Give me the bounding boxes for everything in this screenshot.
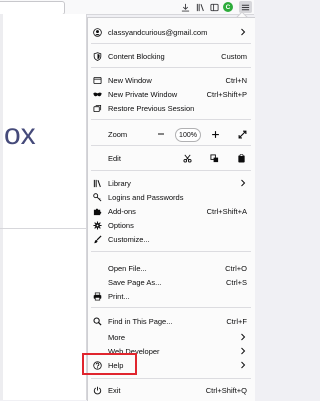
page-divider <box>0 228 86 229</box>
find-in-page-shortcut: Ctrl+F <box>226 316 247 326</box>
open-file-item[interactable]: Open File... Ctrl+O <box>88 261 254 275</box>
restore-session-icon <box>93 104 102 113</box>
divider <box>91 43 251 44</box>
printer-icon <box>93 292 102 301</box>
key-icon <box>93 193 102 202</box>
content-blocking-label: Content Blocking <box>108 51 165 61</box>
save-page-shortcut: Ctrl+S <box>225 277 247 287</box>
more-item[interactable]: More <box>88 330 254 344</box>
library-icon <box>93 179 102 188</box>
fullscreen-button[interactable] <box>237 128 247 140</box>
scissors-icon <box>182 154 192 163</box>
chevron-right-icon <box>241 361 246 369</box>
shield-icon <box>93 52 102 61</box>
print-item[interactable]: Print... <box>88 289 254 303</box>
help-highlight-box <box>82 353 137 375</box>
account-email: classyandcurious@gmail.com <box>108 27 208 37</box>
content-blocking-item[interactable]: Content Blocking Custom <box>88 49 254 63</box>
new-window-item[interactable]: New Window Ctrl+N <box>88 73 254 87</box>
edit-row: Edit <box>88 151 254 165</box>
download-icon[interactable] <box>179 1 191 13</box>
paste-button[interactable] <box>236 152 246 164</box>
gear-icon <box>93 221 102 230</box>
cut-button[interactable] <box>182 152 192 164</box>
options-label: Options <box>108 220 134 230</box>
divider <box>91 251 251 252</box>
more-label: More <box>108 332 126 342</box>
find-in-page-item[interactable]: Find in This Page... Ctrl+F <box>88 314 254 328</box>
restore-session-label: Restore Previous Session <box>108 103 195 113</box>
puzzle-icon <box>93 207 102 216</box>
page-heading-fragment: ox <box>4 118 36 151</box>
library-icon[interactable] <box>194 1 206 13</box>
zoom-reset-button[interactable]: 100% <box>175 128 201 142</box>
new-window-shortcut: Ctrl+N <box>225 75 247 85</box>
new-window-icon <box>93 76 102 85</box>
customize-item[interactable]: Customize... <box>88 232 254 246</box>
exit-item[interactable]: Exit Ctrl+Shift+Q <box>88 383 254 397</box>
account-item[interactable]: classyandcurious@gmail.com <box>88 25 254 39</box>
minus-icon <box>158 133 164 135</box>
chevron-right-icon <box>241 28 246 36</box>
print-label: Print... <box>108 291 130 301</box>
chevron-right-icon <box>241 333 246 341</box>
page-left-strip <box>0 14 3 400</box>
power-icon <box>93 386 102 395</box>
library-item[interactable]: Library <box>88 176 254 190</box>
new-private-window-label: New Private Window <box>108 89 178 99</box>
divider <box>91 67 251 68</box>
exit-label: Exit <box>108 385 121 395</box>
zoom-in-button[interactable] <box>210 128 220 140</box>
fullscreen-icon <box>238 130 246 138</box>
new-private-window-item[interactable]: New Private Window Ctrl+Shift+P <box>88 87 254 101</box>
addons-label: Add-ons <box>108 206 136 216</box>
plus-icon <box>211 130 219 138</box>
divider <box>91 145 251 146</box>
zoom-row: Zoom 100% <box>88 127 254 142</box>
copy-button[interactable] <box>209 152 219 164</box>
save-page-label: Save Page As... <box>108 277 162 287</box>
app-menu-panel: classyandcurious@gmail.com Content Block… <box>87 17 255 401</box>
logins-passwords-label: Logins and Passwords <box>108 192 184 202</box>
find-in-page-label: Find in This Page... <box>108 316 173 326</box>
logins-passwords-item[interactable]: Logins and Passwords <box>88 190 254 204</box>
restore-session-item[interactable]: Restore Previous Session <box>88 101 254 115</box>
search-icon <box>93 317 102 326</box>
divider <box>91 307 251 308</box>
open-file-label: Open File... <box>108 263 147 273</box>
divider <box>91 119 251 120</box>
browser-toolbar: C <box>0 0 254 15</box>
account-avatar-icon[interactable]: C <box>222 1 234 13</box>
zoom-out-button[interactable] <box>156 128 166 140</box>
chevron-right-icon <box>241 347 246 355</box>
options-item[interactable]: Options <box>88 218 254 232</box>
account-icon <box>93 28 102 37</box>
edit-label: Edit <box>108 153 121 163</box>
url-bar[interactable] <box>0 1 65 15</box>
addons-item[interactable]: Add-ons Ctrl+Shift+A <box>88 204 254 218</box>
divider <box>91 378 251 379</box>
divider <box>91 170 251 171</box>
customize-label: Customize... <box>108 234 150 244</box>
web-page <box>0 14 87 400</box>
open-file-shortcut: Ctrl+O <box>225 263 247 273</box>
exit-shortcut: Ctrl+Shift+Q <box>205 385 247 395</box>
clipboard-icon <box>237 153 245 163</box>
new-window-label: New Window <box>108 75 152 85</box>
save-page-item[interactable]: Save Page As... Ctrl+S <box>88 275 254 289</box>
copy-icon <box>209 153 218 162</box>
content-blocking-value: Custom <box>221 51 247 61</box>
library-label: Library <box>108 178 131 188</box>
new-private-window-shortcut: Ctrl+Shift+P <box>206 89 247 99</box>
paintbrush-icon <box>93 235 102 244</box>
chevron-right-icon <box>241 179 246 187</box>
sidebar-icon[interactable] <box>208 1 220 13</box>
addons-shortcut: Ctrl+Shift+A <box>206 206 247 216</box>
private-mask-icon <box>93 90 102 99</box>
zoom-label: Zoom <box>108 129 128 139</box>
